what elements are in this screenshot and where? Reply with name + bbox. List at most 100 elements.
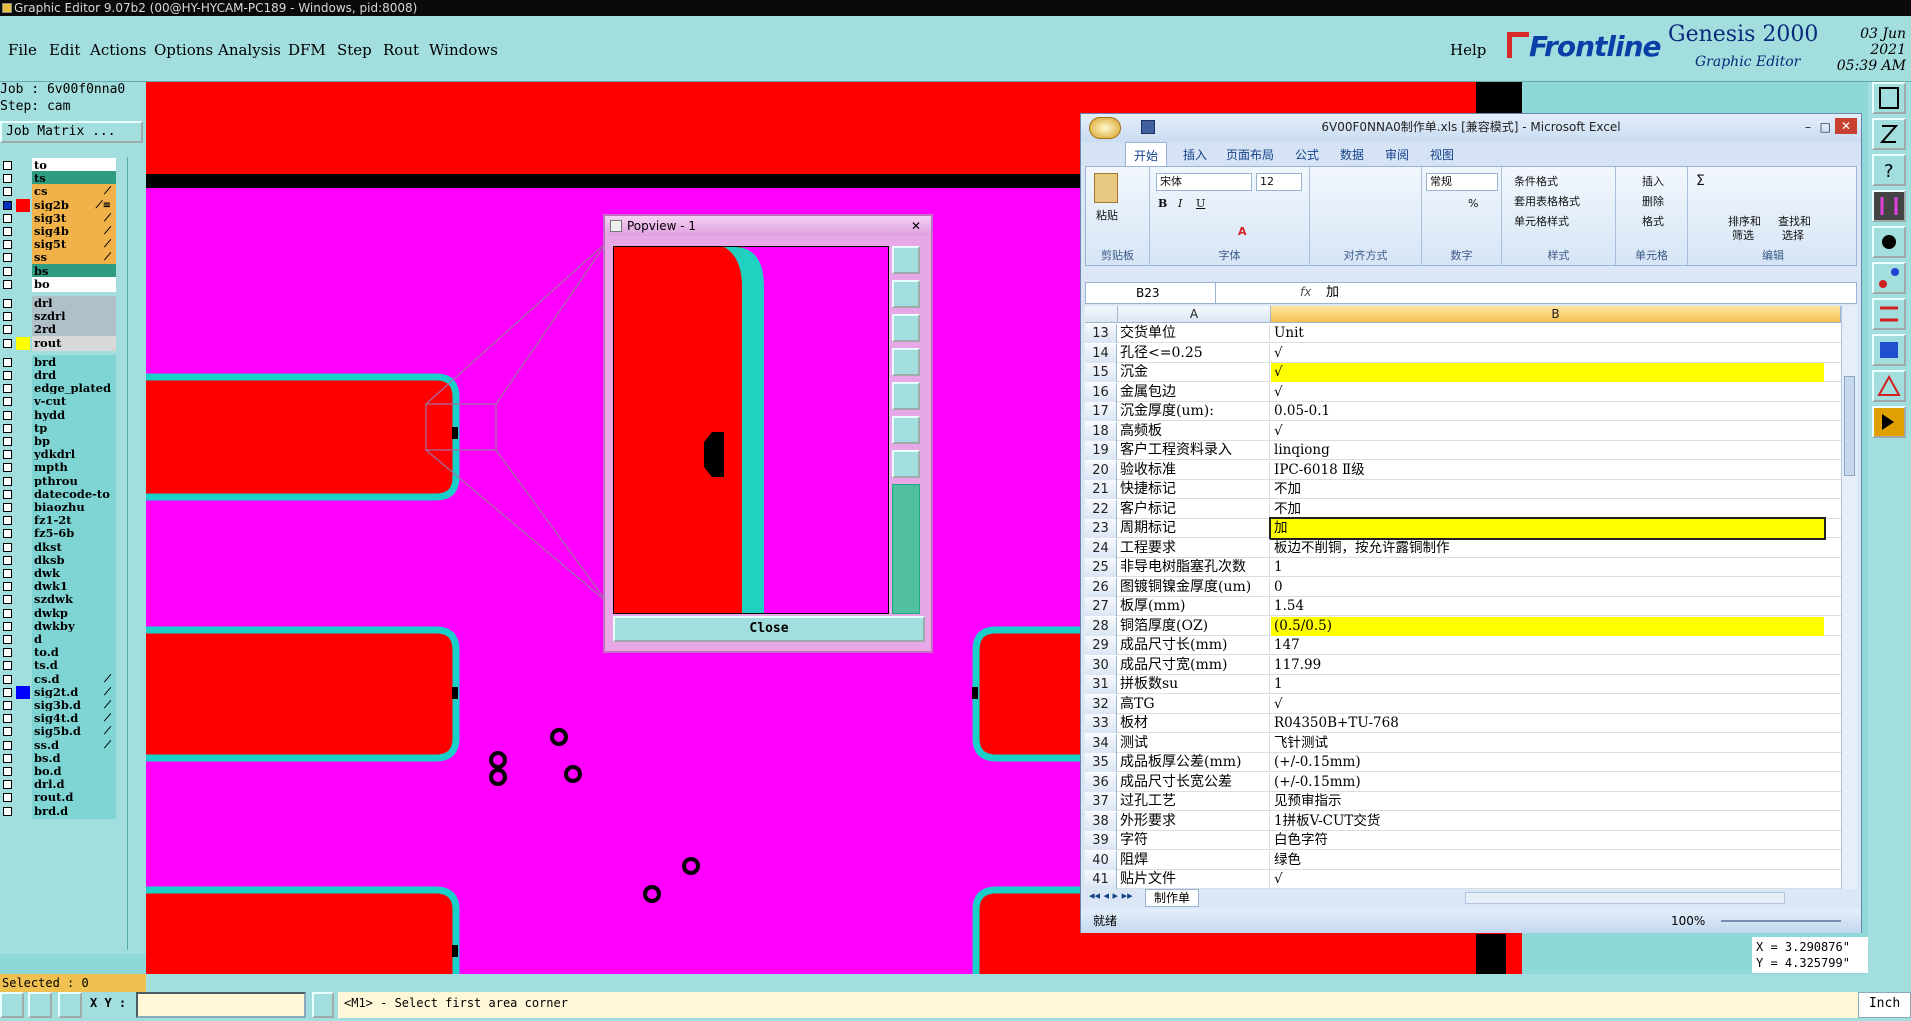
font-color-button[interactable]: A: [1238, 225, 1247, 238]
popview-pan-left-button[interactable]: [892, 348, 920, 376]
layer-display-checkbox[interactable]: [3, 227, 12, 236]
cell-b[interactable]: 不加: [1271, 500, 1824, 519]
layer-display-checkbox[interactable]: [3, 529, 12, 539]
layer-display-checkbox[interactable]: [3, 279, 12, 289]
horizontal-scrollbar[interactable]: [1465, 892, 1785, 904]
sheet-row[interactable]: 21 快捷标记 不加: [1085, 480, 1841, 499]
pad-button[interactable]: [1872, 226, 1906, 258]
layer-display-checkbox[interactable]: [3, 384, 12, 394]
layer-display-checkbox[interactable]: [3, 661, 12, 671]
sheet-row[interactable]: 32 高TG √: [1085, 694, 1841, 714]
fx-icon[interactable]: fx: [1300, 285, 1311, 299]
cell-a[interactable]: 铜箔厚度(OZ): [1118, 616, 1270, 636]
cell-b[interactable]: linqiong: [1271, 441, 1824, 460]
cell-a[interactable]: 测试: [1118, 733, 1270, 753]
attribute-button[interactable]: [1872, 298, 1906, 330]
percent-button[interactable]: %: [1468, 197, 1478, 210]
row-number[interactable]: 30: [1085, 655, 1117, 675]
tab-page-layout[interactable]: 页面布局: [1226, 146, 1274, 163]
layer-display-checkbox[interactable]: [3, 200, 12, 210]
layer-display-checkbox[interactable]: [3, 727, 12, 737]
units-toggle[interactable]: Inch: [1858, 992, 1911, 1018]
layer-color-swatch[interactable]: [16, 297, 30, 310]
menu-dfm[interactable]: DFM: [288, 41, 326, 59]
formula-input[interactable]: 加: [1326, 283, 1339, 303]
row-number[interactable]: 17: [1085, 402, 1117, 421]
menu-help[interactable]: Help: [1450, 41, 1486, 59]
select-tool-button[interactable]: [1872, 406, 1906, 438]
layer-display-checkbox[interactable]: [3, 476, 12, 486]
help-button[interactable]: ?: [1872, 154, 1906, 186]
cell-a[interactable]: 高频板: [1118, 421, 1270, 441]
sheet-row[interactable]: 15 沉金 √: [1085, 363, 1841, 382]
layer-color-swatch[interactable]: [16, 310, 30, 323]
bold-button[interactable]: B: [1158, 197, 1167, 210]
cell-b[interactable]: 板边不削铜，按允许露铜制作: [1271, 539, 1824, 558]
layer-color-swatch[interactable]: [16, 567, 30, 580]
layer-display-checkbox[interactable]: [3, 489, 12, 499]
layer-display-checkbox[interactable]: [3, 753, 12, 763]
cell-b[interactable]: √: [1271, 870, 1824, 889]
cell-a[interactable]: 孔径<=0.25: [1118, 343, 1270, 363]
cell-a[interactable]: 高TG: [1118, 694, 1270, 714]
row-number[interactable]: 41: [1085, 870, 1117, 889]
popview-pan-down-button[interactable]: [892, 314, 920, 342]
layer-display-checkbox[interactable]: [3, 253, 12, 263]
sheet-row[interactable]: 33 板材 R04350B+TU-768: [1085, 714, 1841, 733]
layer-color-swatch[interactable]: [16, 238, 30, 251]
name-box[interactable]: B23: [1086, 283, 1216, 303]
sheet-row[interactable]: 39 字符 白色字符: [1085, 831, 1841, 850]
cell-b[interactable]: √: [1271, 695, 1824, 714]
layer-row-brd.d[interactable]: brd.d: [0, 803, 117, 819]
sheet-row[interactable]: 38 外形要求 1拼板V-CUT交货: [1085, 811, 1841, 831]
row-number[interactable]: 25: [1085, 558, 1117, 577]
cell-b[interactable]: 1.54: [1271, 597, 1824, 616]
layer-color-swatch[interactable]: [16, 633, 30, 646]
sheet-row[interactable]: 13 交货单位 Unit: [1085, 324, 1841, 343]
layer-display-checkbox[interactable]: [3, 635, 12, 644]
column-header-b[interactable]: B: [1271, 306, 1841, 323]
layer-display-checkbox[interactable]: [3, 608, 12, 618]
table-format-button[interactable]: 套用表格格式: [1514, 193, 1580, 209]
layer-color-swatch[interactable]: [16, 185, 30, 198]
sort-button-line2[interactable]: 筛选: [1732, 227, 1754, 243]
sheet-row[interactable]: 16 金属包边 √: [1085, 382, 1841, 402]
layer-color-swatch[interactable]: [16, 198, 30, 212]
delete-cells-button[interactable]: 删除: [1642, 193, 1664, 209]
layer-display-checkbox[interactable]: [3, 714, 12, 724]
cell-a[interactable]: 沉金: [1118, 363, 1270, 382]
row-number[interactable]: 28: [1085, 616, 1117, 636]
row-number[interactable]: 33: [1085, 714, 1117, 733]
sheet-row[interactable]: 23 周期标记加: [1085, 517, 1841, 540]
row-number[interactable]: 35: [1085, 753, 1117, 772]
layer-display-checkbox[interactable]: [3, 793, 12, 803]
layer-display-checkbox[interactable]: [3, 503, 12, 512]
layer-display-checkbox[interactable]: [3, 569, 12, 578]
layer-color-swatch[interactable]: [16, 527, 30, 540]
minimize-icon[interactable]: –: [1805, 114, 1811, 140]
layer-color-swatch[interactable]: [16, 699, 30, 712]
layer-display-checkbox[interactable]: [3, 410, 12, 420]
sheet-row[interactable]: 14 孔径<=0.25 √: [1085, 343, 1841, 363]
cell-a[interactable]: 周期标记: [1118, 519, 1270, 538]
cell-b[interactable]: √: [1271, 422, 1824, 441]
layer-color-swatch[interactable]: [16, 488, 30, 501]
layer-display-checkbox[interactable]: [3, 555, 12, 565]
sheet-row[interactable]: 29 成品尺寸长(mm) 147: [1085, 636, 1841, 655]
layer-display-checkbox[interactable]: [3, 767, 12, 776]
cell-a[interactable]: 外形要求: [1118, 811, 1270, 831]
menu-options[interactable]: Options: [154, 41, 213, 59]
sheet-row[interactable]: 17 沉金厚度(um): 0.05-0.1: [1085, 402, 1841, 421]
cell-b[interactable]: (+/-0.15mm): [1271, 773, 1824, 792]
layer-display-checkbox[interactable]: [3, 595, 12, 605]
cell-a[interactable]: 贴片文件: [1118, 870, 1270, 889]
cell-b[interactable]: (0.5/0.5): [1271, 616, 1824, 636]
office-button-icon[interactable]: [1089, 117, 1121, 139]
layer-color-swatch[interactable]: [16, 541, 30, 554]
cell-b[interactable]: 1拼板V-CUT交货: [1271, 812, 1824, 831]
menu-edit[interactable]: Edit: [49, 41, 80, 59]
cell-a[interactable]: 非导电树脂塞孔次数: [1118, 558, 1270, 577]
sheet-row[interactable]: 34 测试 飞针测试: [1085, 733, 1841, 753]
layer-color-swatch[interactable]: [16, 323, 30, 336]
layer-color-swatch[interactable]: [16, 739, 30, 752]
